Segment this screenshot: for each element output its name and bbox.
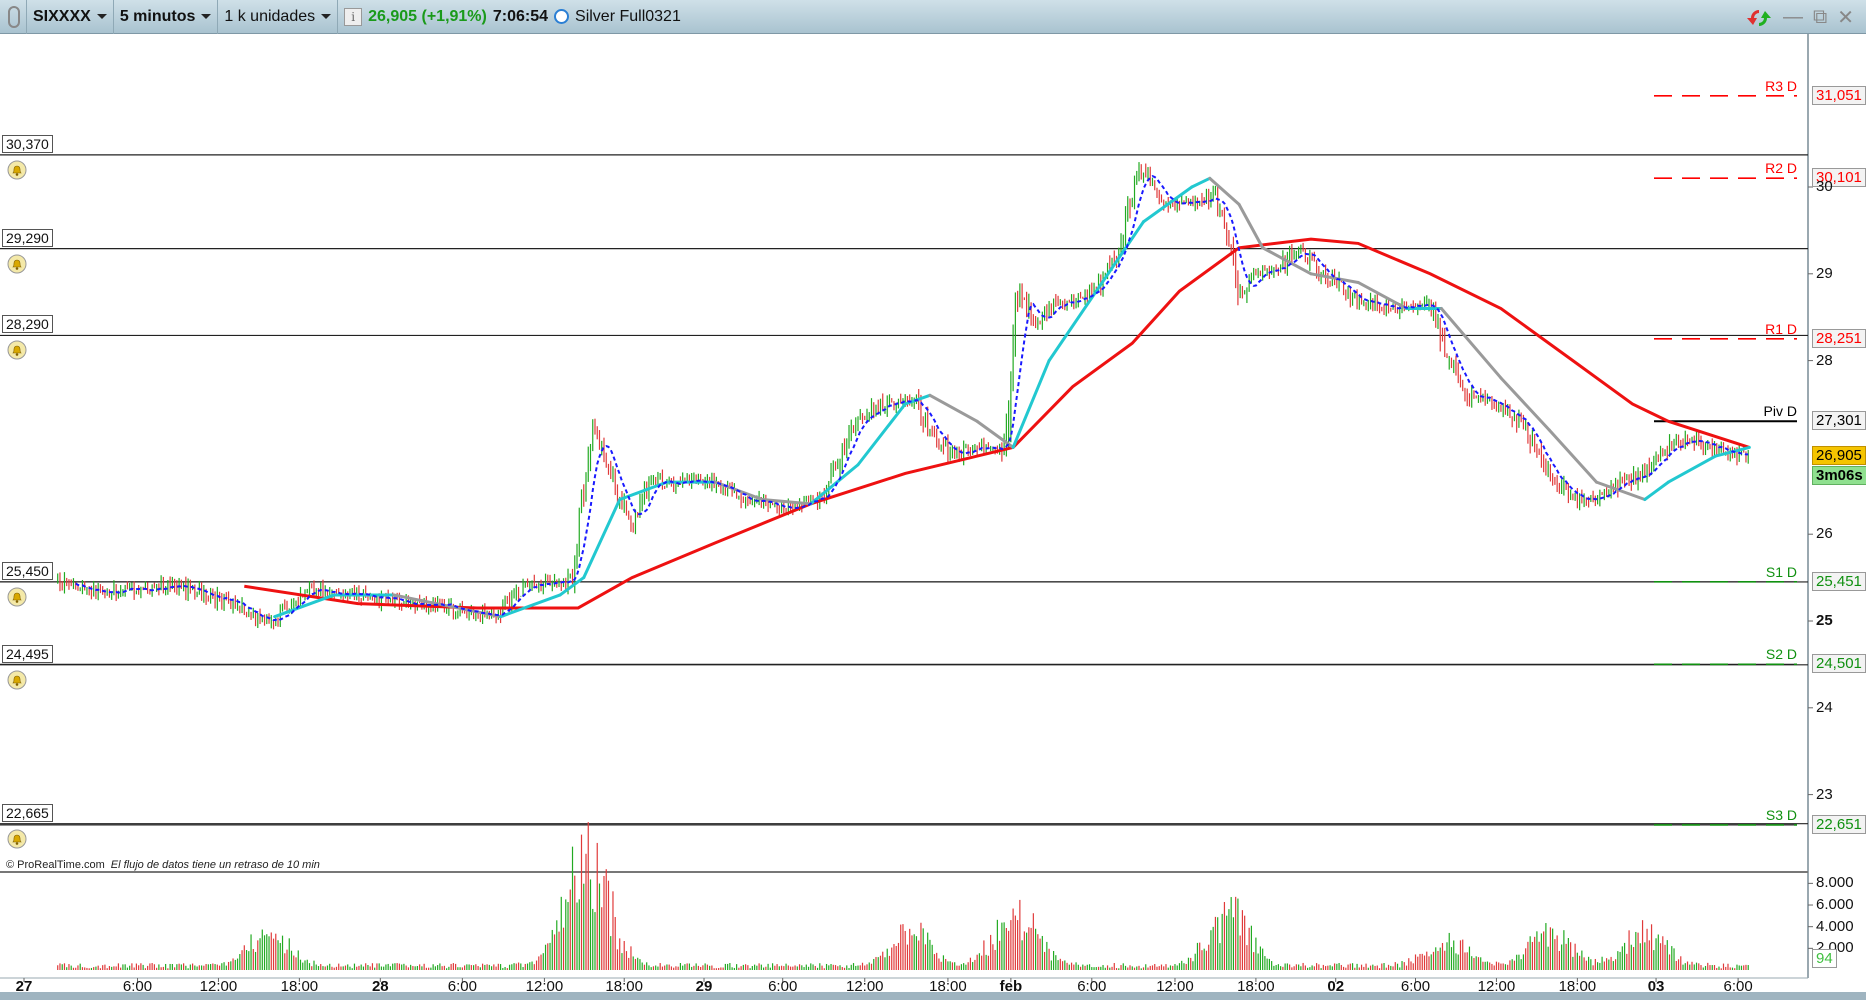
bell-icon[interactable] — [7, 587, 27, 607]
alert-level-label[interactable]: 25,450 — [2, 561, 53, 580]
pivot-name: Piv D — [1763, 403, 1797, 420]
pivot-name: S2 D — [1765, 646, 1797, 663]
trend-line-segment — [928, 393, 979, 423]
info-icon[interactable]: i — [344, 7, 363, 26]
last-volume-box: 94 — [1812, 948, 1837, 968]
alert-level-label[interactable]: 28,290 — [2, 315, 53, 334]
pivot-value-box: 28,251 — [1812, 328, 1866, 348]
chevron-down-icon — [321, 14, 332, 19]
pivot-name: R3 D — [1765, 77, 1797, 94]
pivot-value-box: 25,451 — [1812, 571, 1866, 591]
pivot-value-box: 22,651 — [1812, 814, 1866, 834]
y-tick-label: 24 — [1816, 698, 1833, 716]
trend-line-segment — [1011, 359, 1051, 449]
bell-icon[interactable] — [7, 254, 27, 274]
close-icon[interactable]: ✕ — [1837, 5, 1854, 30]
bell-icon[interactable] — [7, 829, 27, 849]
x-tick-label: 12:00 — [199, 978, 238, 995]
chart-toolbar: SIXXXX 5 minutos 1 k unidades i 26,905 (… — [0, 0, 1866, 34]
trend-line-segment — [1356, 280, 1409, 311]
trend-line-segment — [1643, 480, 1670, 501]
x-tick-label: 6:00 — [1723, 978, 1753, 995]
x-tick-label: 02 — [1327, 978, 1345, 995]
instrument-name: Silver Full0321 — [575, 7, 681, 25]
x-tick-label: 6:00 — [768, 978, 798, 995]
x-tick-label: 18:00 — [605, 978, 643, 995]
trend-line-segment — [809, 463, 860, 506]
pivot-name: S1 D — [1765, 563, 1797, 580]
x-tick-label: 12:00 — [1477, 978, 1516, 995]
pivot-value-box: 27,301 — [1812, 411, 1866, 431]
x-tick-label: 6:00 — [1077, 978, 1107, 995]
timeframe-label: 5 minutos — [119, 7, 196, 25]
x-tick-label: 18:00 — [929, 978, 967, 995]
delay-notice: El flujo de datos tiene un retraso de 10… — [110, 859, 320, 871]
pivot-name: R2 D — [1765, 160, 1797, 177]
x-tick-label: 6:00 — [447, 978, 477, 995]
volume-tick-label: 8.000 — [1816, 874, 1854, 892]
trend-line-segment — [1190, 176, 1212, 189]
x-tick-label: 6:00 — [122, 978, 153, 995]
x-tick-label: 28 — [371, 978, 389, 995]
last-price-box: 26,905 — [1812, 445, 1866, 465]
pivot-value-box: 31,051 — [1812, 85, 1866, 105]
y-tick-label: 29 — [1816, 264, 1833, 282]
footer-notice: © ProRealTime.com El flujo de datos tiene… — [6, 859, 320, 871]
trend-line-segment — [856, 402, 907, 467]
x-tick-label: 6:00 — [1400, 978, 1431, 995]
x-tick-label: 12:00 — [845, 978, 884, 995]
trend-line-segment — [1094, 220, 1146, 293]
countdown-box: 3m06s — [1812, 465, 1866, 485]
price-chart[interactable] — [0, 34, 1866, 1000]
price-change: 26,905 (+1,91%) — [368, 7, 487, 25]
alert-level-label[interactable]: 24,495 — [2, 644, 53, 663]
alert-level-label[interactable]: 30,370 — [2, 134, 53, 153]
trend-line-segment — [1666, 454, 1718, 484]
x-tick-label: 29 — [695, 978, 713, 995]
x-tick-label: 27 — [15, 978, 33, 995]
volume-tick-label: 4.000 — [1816, 917, 1854, 935]
alert-level-label[interactable]: 29,290 — [2, 228, 53, 247]
copyright: © ProRealTime.com — [6, 859, 105, 871]
x-tick-label: 18:00 — [1237, 978, 1275, 995]
x-tick-label: 12:00 — [525, 978, 564, 995]
x-tick-label: feb — [999, 978, 1023, 995]
refresh-icon[interactable] — [1745, 6, 1773, 30]
timeframe-selector[interactable]: 5 minutos — [120, 8, 212, 26]
volume-tick-label: 6.000 — [1816, 896, 1854, 914]
y-tick-label: 30 — [1816, 178, 1833, 195]
bell-icon[interactable] — [7, 160, 27, 180]
units-selector[interactable]: 1 k unidades — [224, 7, 332, 26]
trend-line-segment — [975, 419, 1015, 449]
trend-line-segment — [1237, 202, 1265, 250]
chevron-down-icon — [96, 14, 107, 19]
x-tick-label: 18:00 — [280, 978, 319, 995]
trend-line-segment — [1547, 428, 1598, 484]
y-tick-label: 25 — [1816, 612, 1833, 629]
x-tick-label: 03 — [1647, 978, 1665, 995]
status-circle-icon — [554, 9, 570, 24]
trend-line-segment — [1208, 176, 1241, 206]
trend-line-segment — [1439, 307, 1503, 380]
bell-icon[interactable] — [7, 340, 27, 360]
link-icon[interactable] — [8, 5, 20, 28]
alert-level-label[interactable]: 22,665 — [2, 803, 53, 822]
units-label: 1 k unidades — [224, 7, 316, 25]
minimize-icon[interactable]: — — [1783, 6, 1803, 29]
symbol-selector[interactable]: SIXXXX — [33, 8, 107, 26]
pivot-name: S3 D — [1765, 806, 1797, 823]
pivot-name: R1 D — [1765, 320, 1797, 337]
restore-icon[interactable]: ⧉ — [1813, 6, 1827, 29]
quote-time: 7:06:54 — [492, 7, 549, 25]
x-tick-label: 18:00 — [1558, 978, 1597, 995]
y-tick-label: 23 — [1816, 785, 1833, 803]
chevron-down-icon — [201, 14, 212, 19]
x-tick-label: 12:00 — [1156, 978, 1194, 995]
y-tick-label: 26 — [1816, 525, 1833, 543]
symbol-label: SIXXXX — [33, 7, 91, 25]
bell-icon[interactable] — [7, 670, 27, 690]
y-tick-label: 28 — [1816, 351, 1833, 369]
pivot-value-box: 24,501 — [1812, 654, 1866, 674]
